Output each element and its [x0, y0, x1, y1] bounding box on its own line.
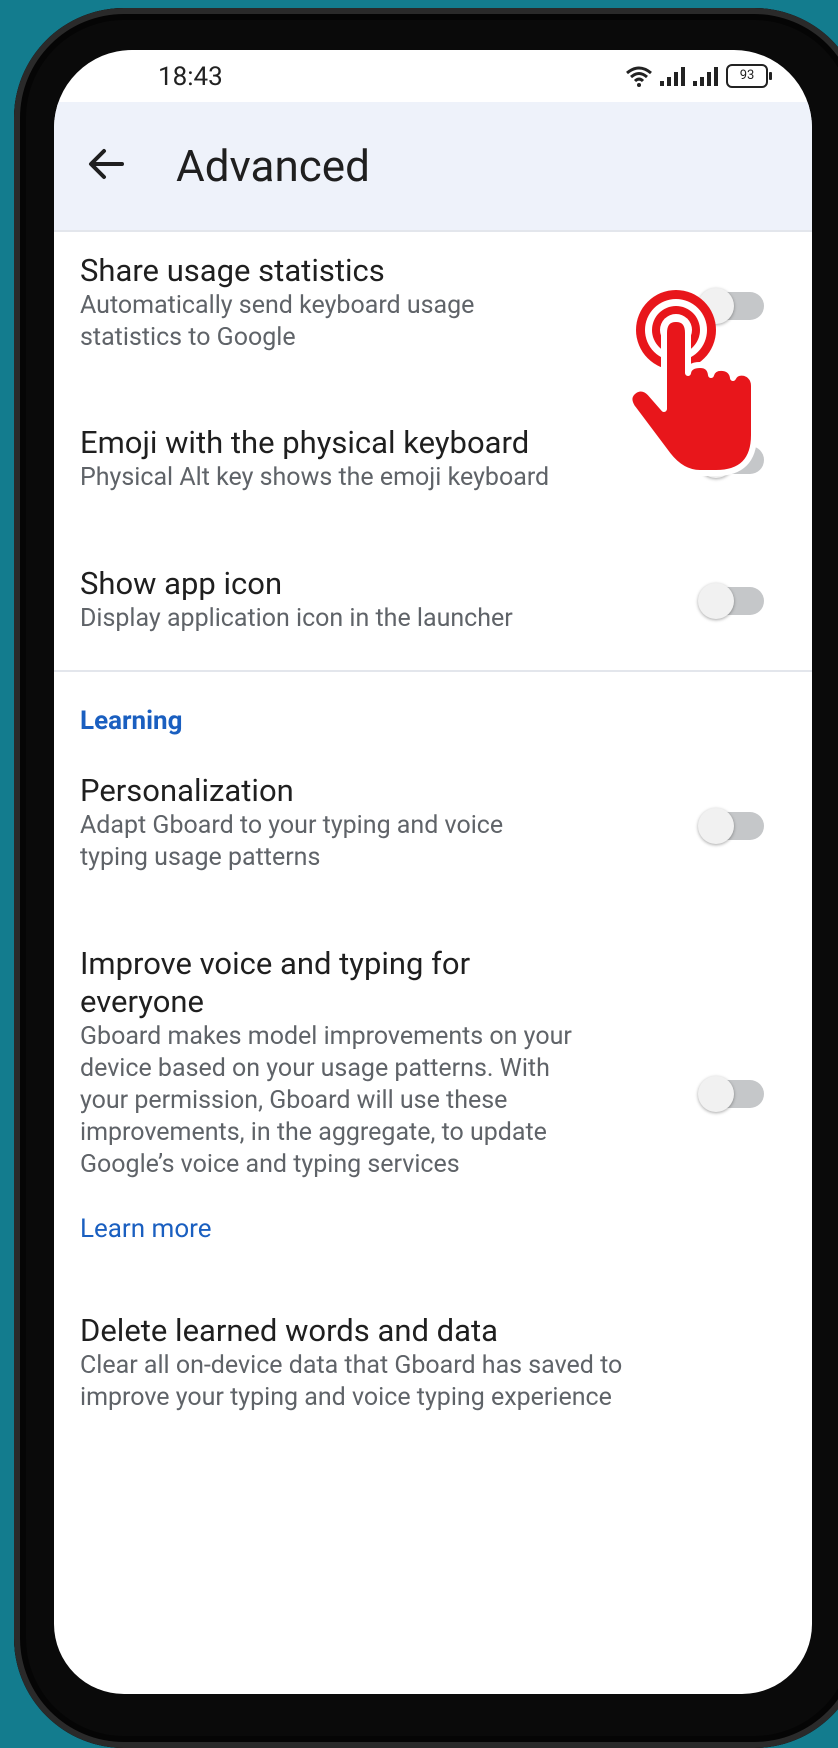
improve-voice-typing-toggle[interactable]	[698, 1076, 764, 1112]
setting-title: Delete learned words and data	[80, 1312, 498, 1349]
section-header-learning: Learning	[80, 706, 183, 736]
setting-title: Personalization	[80, 772, 294, 809]
app-bar: Advanced	[54, 102, 812, 232]
setting-title: Emoji with the physical keyboard	[80, 424, 530, 461]
tap-pointer-icon	[626, 290, 757, 476]
status-bar: 18:43 93	[54, 50, 812, 102]
setting-delete-learned-words[interactable]: Delete learned words and data Clear all …	[80, 1312, 680, 1414]
setting-share-usage-statistics[interactable]: Share usage statistics Automatically sen…	[80, 252, 640, 354]
show-app-icon-toggle[interactable]	[698, 583, 764, 619]
page-title: Advanced	[176, 140, 370, 192]
setting-title: Show app icon	[80, 565, 283, 602]
setting-subtitle: Physical Alt key shows the emoji keyboar…	[80, 463, 550, 492]
setting-show-app-icon[interactable]: Show app icon Display application icon i…	[80, 565, 640, 635]
status-icons: 93	[626, 64, 772, 88]
setting-improve-voice-typing[interactable]: Improve voice and typing for everyone Gb…	[80, 945, 640, 1181]
setting-title: Share usage statistics	[80, 252, 385, 289]
setting-subtitle: Clear all on-device data that Gboard has…	[80, 1351, 623, 1412]
setting-subtitle: Gboard makes model improvements on your …	[80, 1022, 572, 1179]
arrow-left-icon[interactable]	[84, 142, 128, 186]
setting-subtitle: Display application icon in the launcher	[80, 604, 513, 633]
wifi-icon	[626, 66, 652, 87]
signal-icon	[660, 66, 685, 86]
personalization-toggle[interactable]	[698, 808, 764, 844]
setting-personalization[interactable]: Personalization Adapt Gboard to your typ…	[80, 772, 640, 874]
status-time: 18:43	[158, 62, 223, 92]
battery-icon: 93	[726, 64, 772, 88]
setting-emoji-physical-keyboard[interactable]: Emoji with the physical keyboard Physica…	[80, 424, 640, 494]
setting-subtitle: Adapt Gboard to your typing and voice ty…	[80, 811, 504, 872]
section-divider	[54, 670, 812, 672]
setting-subtitle: Automatically send keyboard usage statis…	[80, 291, 475, 352]
learn-more-link[interactable]: Learn more	[80, 1214, 212, 1244]
setting-title: Improve voice and typing for everyone	[80, 945, 471, 1020]
signal-icon	[693, 66, 718, 86]
